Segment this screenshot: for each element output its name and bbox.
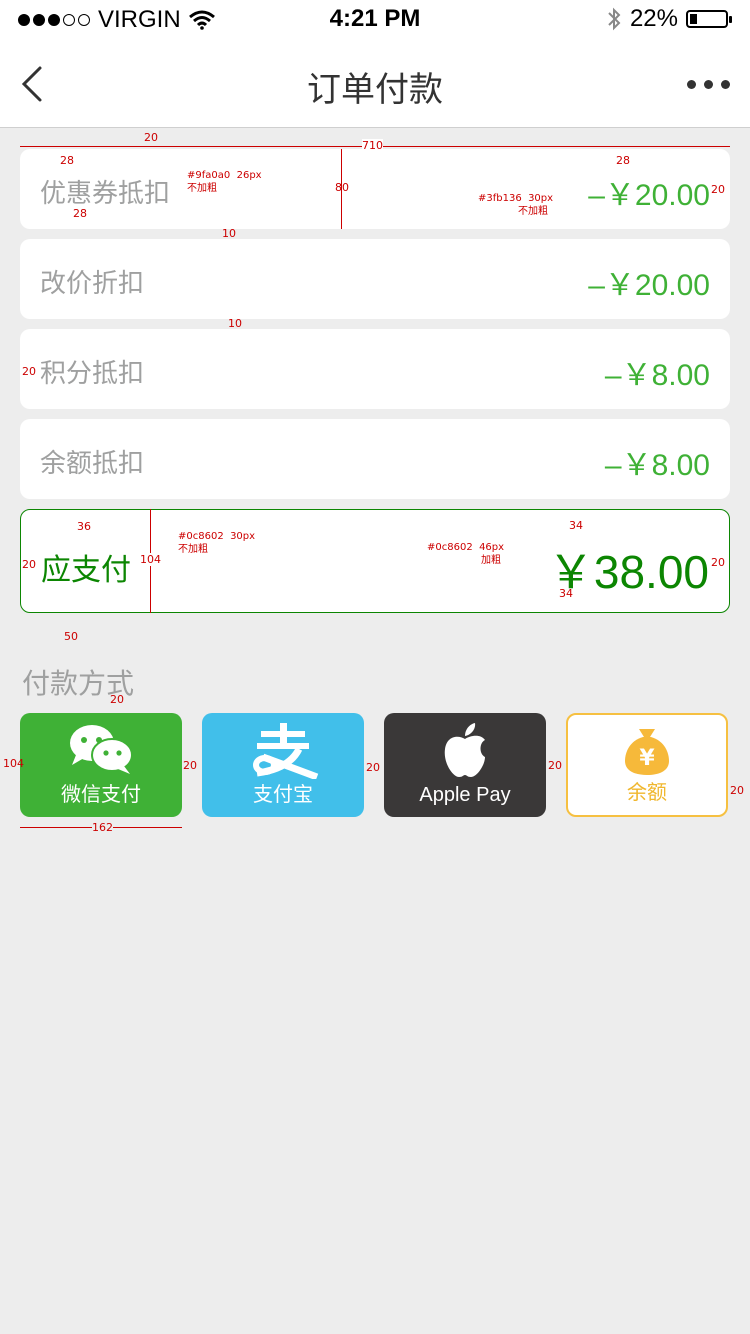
discount-amount: –￥8.00 [604, 359, 710, 392]
discount-amount: –￥8.00 [604, 449, 710, 482]
battery-percent: 22% [629, 5, 678, 32]
alipay-icon [202, 721, 364, 779]
bluetooth-icon [608, 7, 621, 31]
measure-label: 80 [335, 181, 349, 194]
page-title: 订单付款 [307, 71, 443, 109]
measure-label: 28 [73, 207, 87, 220]
discount-row-price-change: 改价折扣 –￥20.00 [20, 239, 730, 319]
spec-callout-payable-label: #0c8602 30px 不加粗 [178, 530, 255, 556]
pay-method-name: 支付宝 [253, 784, 313, 806]
spec-callout-payable-amount: #0c8602 46px 加粗 [427, 541, 504, 567]
measure-label: 34 [569, 519, 583, 532]
wechat-icon [20, 721, 182, 777]
spec-color: #9fa0a0 [187, 170, 231, 181]
spec-size: 46px [479, 542, 505, 553]
spec-weight: 加粗 [481, 555, 501, 566]
spec-weight: 不加粗 [187, 183, 217, 194]
status-right: 22% [606, 5, 732, 33]
spec-weight: 不加粗 [518, 206, 548, 217]
measure-label: 28 [616, 154, 630, 167]
measure-label: 20 [711, 556, 725, 569]
payable-label: 应支付 [41, 554, 131, 587]
pay-method-name: 余额 [627, 782, 667, 804]
spec-size: 26px [236, 170, 262, 181]
spec-size: 30px [528, 193, 554, 204]
measure-label: 10 [222, 227, 236, 240]
measure-label: 20 [548, 759, 562, 772]
spec-color: #3fb136 [478, 193, 522, 204]
measure-label: 20 [144, 131, 158, 144]
spec-color: #0c8602 [427, 542, 473, 553]
spec-size: 30px [230, 531, 256, 542]
measure-label: 20 [22, 558, 36, 571]
discount-label: 积分抵扣 [40, 358, 145, 388]
discount-label: 余额抵扣 [40, 448, 145, 478]
measure-label: 20 [22, 365, 36, 378]
measure-label: 10 [228, 317, 242, 330]
more-icon[interactable] [687, 80, 730, 89]
discount-row-points: 积分抵扣 –￥8.00 [20, 329, 730, 409]
pay-method-name: Apple Pay [419, 784, 511, 806]
discount-label: 改价折扣 [40, 268, 145, 298]
discount-amount: –￥20.00 [588, 179, 710, 212]
measure-label: 104 [140, 553, 161, 566]
measure-label: 20 [711, 183, 725, 196]
battery-icon [686, 10, 732, 28]
money-bag-icon: ¥ [568, 723, 726, 779]
measure-label: 34 [559, 587, 573, 600]
spec-callout-amount: #3fb136 30px 不加粗 [478, 192, 553, 218]
measure-label: 20 [110, 693, 124, 706]
measure-label: 50 [64, 630, 78, 643]
pay-apple-button[interactable]: Apple Pay [384, 713, 546, 817]
apple-icon [384, 721, 546, 781]
svg-text:¥: ¥ [639, 746, 655, 771]
spec-color: #0c8602 [178, 531, 224, 542]
nav-bar: 订单付款 [0, 40, 750, 128]
pay-alipay-button[interactable]: 支付宝 [202, 713, 364, 817]
spec-weight: 不加粗 [178, 544, 208, 555]
measure-label: 36 [77, 520, 91, 533]
pay-wechat-button[interactable]: 微信支付 [20, 713, 182, 817]
measure-label: 20 [183, 759, 197, 772]
discount-amount: –￥20.00 [588, 269, 710, 302]
pay-balance-button[interactable]: ¥ 余额 [566, 713, 728, 817]
measure-label: 162 [92, 821, 113, 834]
measure-label: 710 [362, 139, 383, 152]
measure-label: 28 [60, 154, 74, 167]
spec-callout-label: #9fa0a0 26px 不加粗 [187, 169, 262, 195]
measure-label: 104 [3, 757, 24, 770]
discount-row-balance: 余额抵扣 –￥8.00 [20, 419, 730, 499]
discount-label: 优惠券抵扣 [40, 178, 171, 208]
measure-label: 20 [366, 761, 380, 774]
status-bar: VIRGIN 4:21 PM 22% [0, 0, 750, 40]
measure-label: 20 [730, 784, 744, 797]
pay-method-name: 微信支付 [61, 784, 141, 806]
payable-total: 应支付 ￥38.00 [20, 509, 730, 613]
